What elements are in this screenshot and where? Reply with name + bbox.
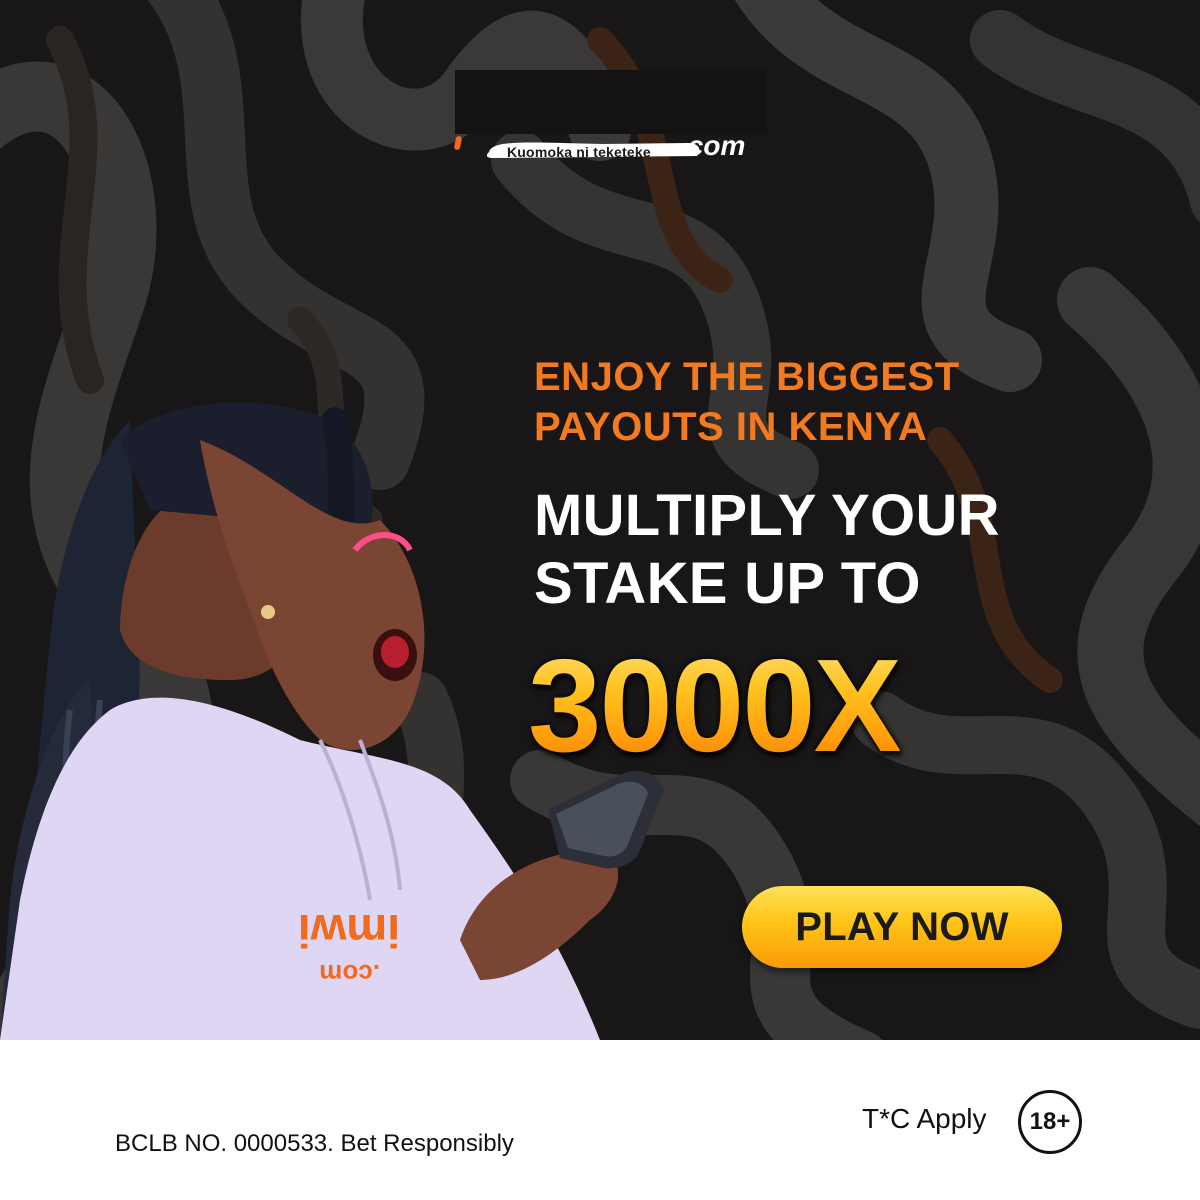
logo-tagline: Kuomoka ni teketeke bbox=[507, 144, 651, 160]
terms-link[interactable]: T*C Apply bbox=[862, 1103, 987, 1135]
play-now-label: PLAY NOW bbox=[795, 904, 1009, 949]
logo-domain: .com bbox=[680, 130, 746, 161]
excited-woman-photo: imwi .com bbox=[0, 402, 664, 1040]
license-text: BCLB NO. 0000533. Bet Responsibly bbox=[115, 1130, 514, 1157]
play-now-button[interactable]: PLAY NOW bbox=[742, 886, 1062, 968]
hoodie-print-domain: .com bbox=[319, 959, 380, 989]
age-restriction-label: 18+ bbox=[1029, 1108, 1071, 1135]
brand-logo[interactable]: Kuomoka ni teketeke .com bbox=[453, 118, 765, 178]
hoodie-print-word: imwi bbox=[298, 905, 400, 957]
logo-accent-mark bbox=[453, 135, 463, 151]
age-restriction-icon: 18+ bbox=[1018, 1090, 1082, 1154]
hero-section: Kuomoka ni teketeke .com ENJOY THE BIGGE… bbox=[0, 0, 1200, 1040]
ad-banner: Kuomoka ni teketeke .com ENJOY THE BIGGE… bbox=[0, 0, 1200, 1200]
